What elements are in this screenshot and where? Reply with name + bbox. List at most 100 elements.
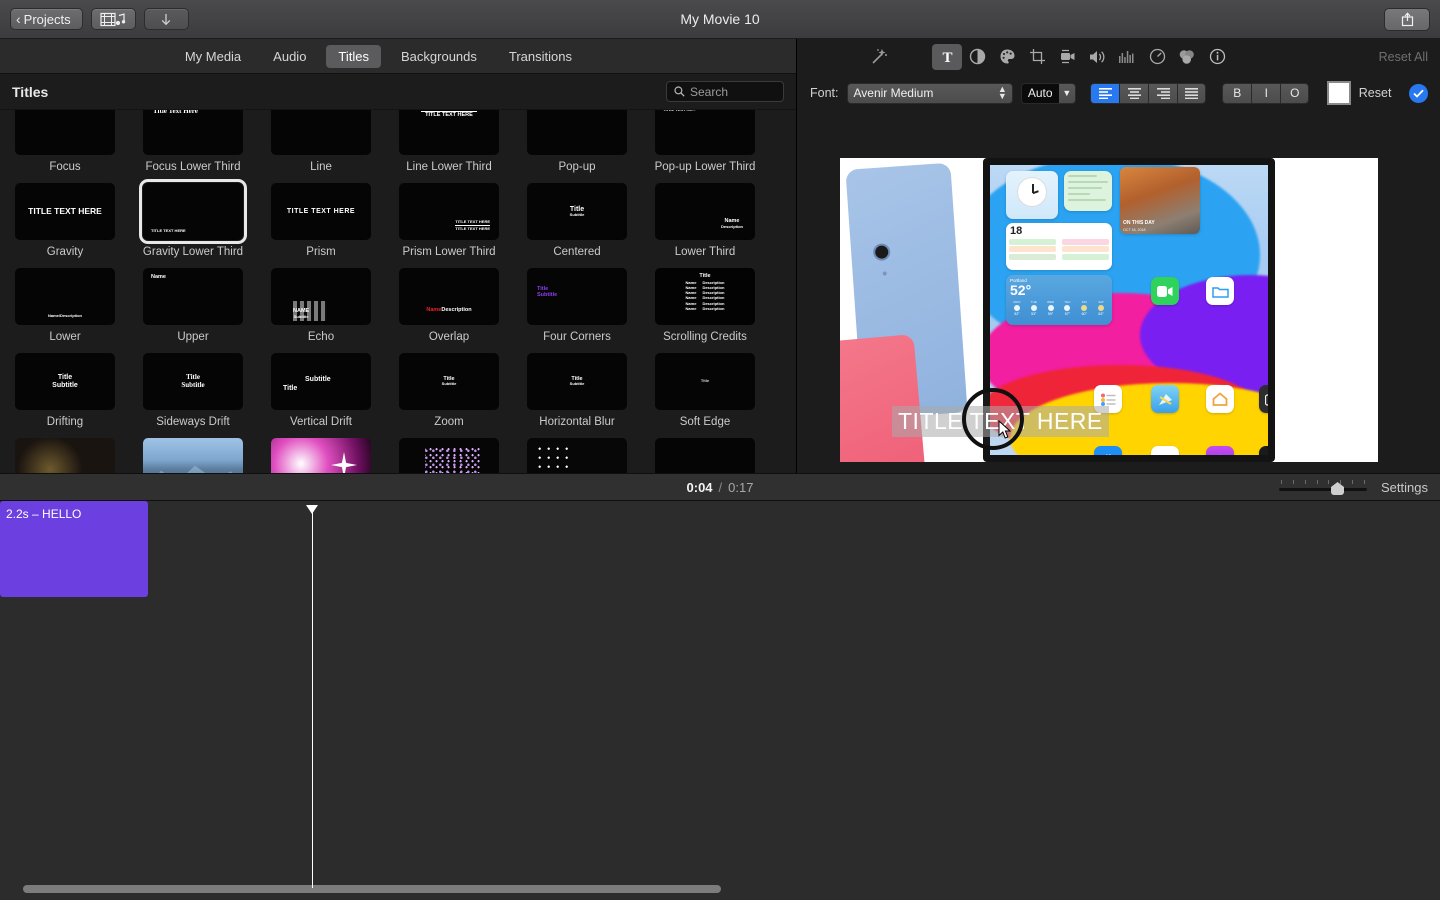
sparkle-icon	[537, 446, 571, 472]
back-to-projects-button[interactable]: ‹ Projects	[10, 8, 83, 30]
title-tile-pop-up-lower-third[interactable]: TITLE TEXT HE... Pop-up Lower Third	[648, 110, 762, 173]
video-canvas[interactable]: 18 ON THIS DAY OCT 18, 2018 Portland 52°…	[840, 158, 1378, 462]
title-tile-focus[interactable]: Focus	[8, 110, 122, 173]
title-preview-text: Name	[426, 307, 442, 313]
crop-icon-button[interactable]	[1022, 44, 1052, 70]
tab-my-media[interactable]: My Media	[173, 45, 253, 68]
title-tile-prism-lower-third[interactable]: TITLE TEXT HERE TITLE TEXT HERE Prism Lowe…	[392, 173, 506, 258]
title-thumbnail	[271, 110, 371, 155]
title-text-icon-button[interactable]: T	[932, 43, 962, 70]
title-thumbnail: Title	[527, 438, 627, 473]
svg-text:T: T	[942, 50, 952, 64]
italic-button[interactable]: I	[1251, 82, 1281, 104]
color-correction-icon-button[interactable]	[992, 44, 1022, 70]
text-color-swatch[interactable]	[1327, 81, 1351, 105]
title-thumbnail: TitleSubtitle	[271, 353, 371, 410]
title-drag-handle[interactable]	[962, 388, 1024, 450]
search-box[interactable]	[666, 81, 784, 102]
app-icon-files	[1206, 277, 1234, 305]
title-tile-gravity[interactable]: TITLE TEXT HERE Gravity	[8, 173, 122, 258]
apply-button[interactable]	[1409, 83, 1428, 103]
align-center-button[interactable]	[1119, 82, 1149, 104]
title-tile-line-lower-third[interactable]: TITLE TEXT HERETITLE TEXT HERE Line Lower…	[392, 110, 506, 173]
tab-titles[interactable]: Titles	[326, 44, 381, 68]
title-tile-soft-edge[interactable]: Title Soft Edge	[648, 343, 762, 428]
tab-audio[interactable]: Audio	[261, 45, 318, 68]
title-tile-label: Line Lower Third	[406, 161, 492, 173]
font-size-select[interactable]: Auto ▼	[1020, 82, 1077, 104]
title-thumbnail	[15, 110, 115, 155]
title-tile-prism[interactable]: TITLE TEXT HERE Prism	[264, 173, 378, 258]
clip-filter-icon-button[interactable]	[1172, 44, 1202, 70]
title-tile-unnamed-25[interactable]: TitleSubtitle	[136, 428, 250, 473]
title-tile-scrolling-credits[interactable]: Title Name Description Name Description Name D…	[648, 258, 762, 343]
title-tile-line[interactable]: Line	[264, 110, 378, 173]
share-button[interactable]	[1384, 8, 1430, 31]
title-tile-gravity-lower-third[interactable]: TITLE TEXT HERE Gravity Lower Third	[136, 173, 250, 258]
download-arrow-icon	[161, 13, 171, 25]
title-tile-label: Centered	[553, 246, 601, 258]
reset-button[interactable]: Reset	[1359, 86, 1392, 100]
timeline-hello-clip[interactable]: 2.2s – HELLO	[0, 501, 148, 597]
download-button[interactable]	[143, 8, 189, 30]
font-family-select[interactable]: Avenir Medium ▲ ▼	[846, 82, 1013, 104]
info-icon-button[interactable]	[1202, 44, 1232, 70]
bold-button[interactable]: B	[1222, 82, 1252, 104]
browser-header: Titles	[0, 74, 796, 110]
title-tile-lower[interactable]: Name/Description Lower	[8, 258, 122, 343]
title-tile-echo[interactable]: NAME Subtitle Echo	[264, 258, 378, 343]
title-tile-focus-lower-third[interactable]: Title Text Here Focus Lower Third	[136, 110, 250, 173]
auto-enhance-icon-button[interactable]	[864, 44, 894, 70]
title-bar-left-controls: ‹ Projects	[10, 8, 189, 30]
playhead[interactable]	[306, 505, 318, 888]
title-tile-drifting[interactable]: Title Subtitle Drifting	[8, 343, 122, 428]
align-right-button[interactable]	[1148, 82, 1178, 104]
share-icon	[1401, 12, 1413, 27]
video-preview-area: 18 ON THIS DAY OCT 18, 2018 Portland 52°…	[798, 112, 1440, 568]
title-tile-unnamed-26[interactable]: TITLE	[264, 428, 378, 473]
tab-transitions[interactable]: Transitions	[497, 45, 584, 68]
title-tile-pop-up[interactable]: Pop-up	[520, 110, 634, 173]
title-thumbnail: TitleSubtitle	[143, 438, 243, 473]
color-balance-icon-button[interactable]	[962, 44, 992, 70]
volume-icon-button[interactable]	[1082, 44, 1112, 70]
clock-face-icon	[1017, 177, 1047, 207]
title-preview-text: Subtitle	[293, 313, 309, 319]
timeline-zoom-slider[interactable]	[1279, 480, 1368, 495]
stabilization-icon-button[interactable]	[1052, 44, 1082, 70]
title-thumbnail: Title	[15, 438, 115, 473]
align-center-icon	[1127, 87, 1141, 99]
align-left-button[interactable]	[1090, 82, 1120, 104]
title-tile-vertical-drift[interactable]: Title Subtitle Vertical Drift	[264, 343, 378, 428]
title-thumbnail: TitleSubtitle	[527, 183, 627, 240]
titles-grid-scroll[interactable]: Focus Title Text Here Focus Lower Third Lin…	[0, 110, 796, 473]
timeline-horizontal-scrollbar[interactable]	[23, 885, 721, 893]
title-tile-upper[interactable]: Name Upper	[136, 258, 250, 343]
outline-button[interactable]: O	[1280, 82, 1310, 104]
title-thumbnail: TitleSubtitle	[399, 353, 499, 410]
reset-all-button[interactable]: Reset All	[1379, 50, 1428, 64]
search-input[interactable]	[690, 84, 776, 99]
equalizer-icon	[1119, 50, 1134, 63]
settings-button[interactable]: Settings	[1381, 480, 1428, 495]
title-tile-sideways-drift[interactable]: Title Subtitle Sideways Drift	[136, 343, 250, 428]
title-tile-centered[interactable]: Title Subtitle Centered	[520, 173, 634, 258]
title-tile-unnamed-24[interactable]: Title	[8, 428, 122, 473]
title-tile-label: Lower	[49, 331, 81, 343]
noise-reduction-icon-button[interactable]	[1112, 44, 1142, 70]
title-tile-zoom[interactable]: Title Subtitle Zoom	[392, 343, 506, 428]
tab-backgrounds[interactable]: Backgrounds	[389, 45, 489, 68]
speed-icon-button[interactable]	[1142, 44, 1172, 70]
title-tile-unnamed-29[interactable]	[648, 428, 762, 473]
title-tile-four-corners[interactable]: Title Subtitle Four Corners	[520, 258, 634, 343]
align-justify-button[interactable]	[1177, 82, 1207, 104]
title-tile-overlap[interactable]: NameDescription Overlap	[392, 258, 506, 343]
timeline-panel[interactable]: 4.0s – Title Text Here 2.2s – HELLO	[0, 501, 1440, 900]
title-tile-lower-third[interactable]: Name Description Lower Third	[648, 173, 762, 258]
title-tile-horizontal-blur[interactable]: Title Subtitle Horizontal Blur	[520, 343, 634, 428]
confetti-particles	[425, 448, 481, 473]
title-tile-unnamed-27[interactable]: Title	[392, 428, 506, 473]
import-media-button[interactable]	[90, 8, 136, 30]
title-tile-unnamed-28[interactable]: Title	[520, 428, 634, 473]
title-tile-label: Vertical Drift	[290, 416, 352, 428]
